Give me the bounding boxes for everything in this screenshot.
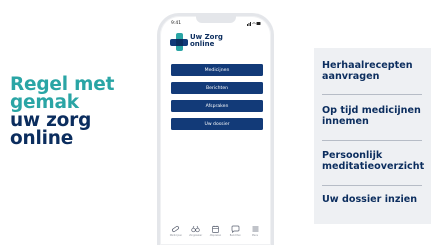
tab-label: Afspraken [209, 234, 222, 237]
tab-label: Zorgzoeker [189, 234, 203, 237]
tab-label: Berichten [229, 234, 241, 237]
feature-divider [322, 94, 422, 95]
signal-wifi-battery-icon [247, 22, 261, 26]
feature-meditatieoverzicht: Persoonlijk meditatieoverzicht [322, 150, 425, 172]
feature-panel: Herhaalrecepten aanvragen Op tijd medici… [314, 48, 431, 224]
feature-divider [322, 185, 422, 186]
phone-mockup: 9:41 Uw Zorg online Medicijnen Berichten… [157, 13, 274, 245]
medicijnen-button[interactable]: Medicijnen [171, 64, 263, 76]
binoculars-icon [191, 225, 200, 233]
tab-zorgzoeker[interactable]: Zorgzoeker [189, 225, 203, 237]
feature-divider [322, 140, 422, 141]
brand-name: Uw Zorg online [190, 34, 223, 48]
uw-dossier-button[interactable]: Uw dossier [171, 118, 263, 130]
tab-afspraken[interactable]: Afspraken [208, 225, 222, 237]
calendar-icon [212, 225, 219, 233]
status-bar: 9:41 [160, 21, 271, 29]
feature-dossier-inzien: Uw dossier inzien [322, 194, 418, 205]
uw-zorg-logo [170, 33, 188, 51]
brand-line-2: online [190, 40, 215, 48]
afspraken-button[interactable]: Afspraken [171, 100, 263, 112]
feature-medicijnen-innemen: Op tijd medicijnen innemen [322, 105, 421, 127]
headline-line-4: online [10, 128, 74, 149]
tab-bar: Medicijnen Zorgzoeker Afspraken Berichte… [160, 225, 271, 237]
tab-label: Menu [251, 234, 259, 237]
headline: Regel met gemak uw zorg online [10, 75, 150, 149]
tab-medicijnen[interactable]: Medicijnen [169, 225, 183, 237]
message-icon [231, 225, 240, 233]
pill-icon [172, 226, 180, 232]
menu-icon [252, 226, 259, 232]
tab-menu[interactable]: Menu [248, 225, 262, 237]
status-time: 9:41 [171, 21, 182, 26]
tab-label: Medicijnen [169, 234, 183, 237]
tab-berichten[interactable]: Berichten [228, 225, 242, 237]
status-icons [247, 21, 261, 28]
berichten-button[interactable]: Berichten [171, 82, 263, 94]
feature-herhaalrecepten: Herhaalrecepten aanvragen [322, 60, 413, 82]
